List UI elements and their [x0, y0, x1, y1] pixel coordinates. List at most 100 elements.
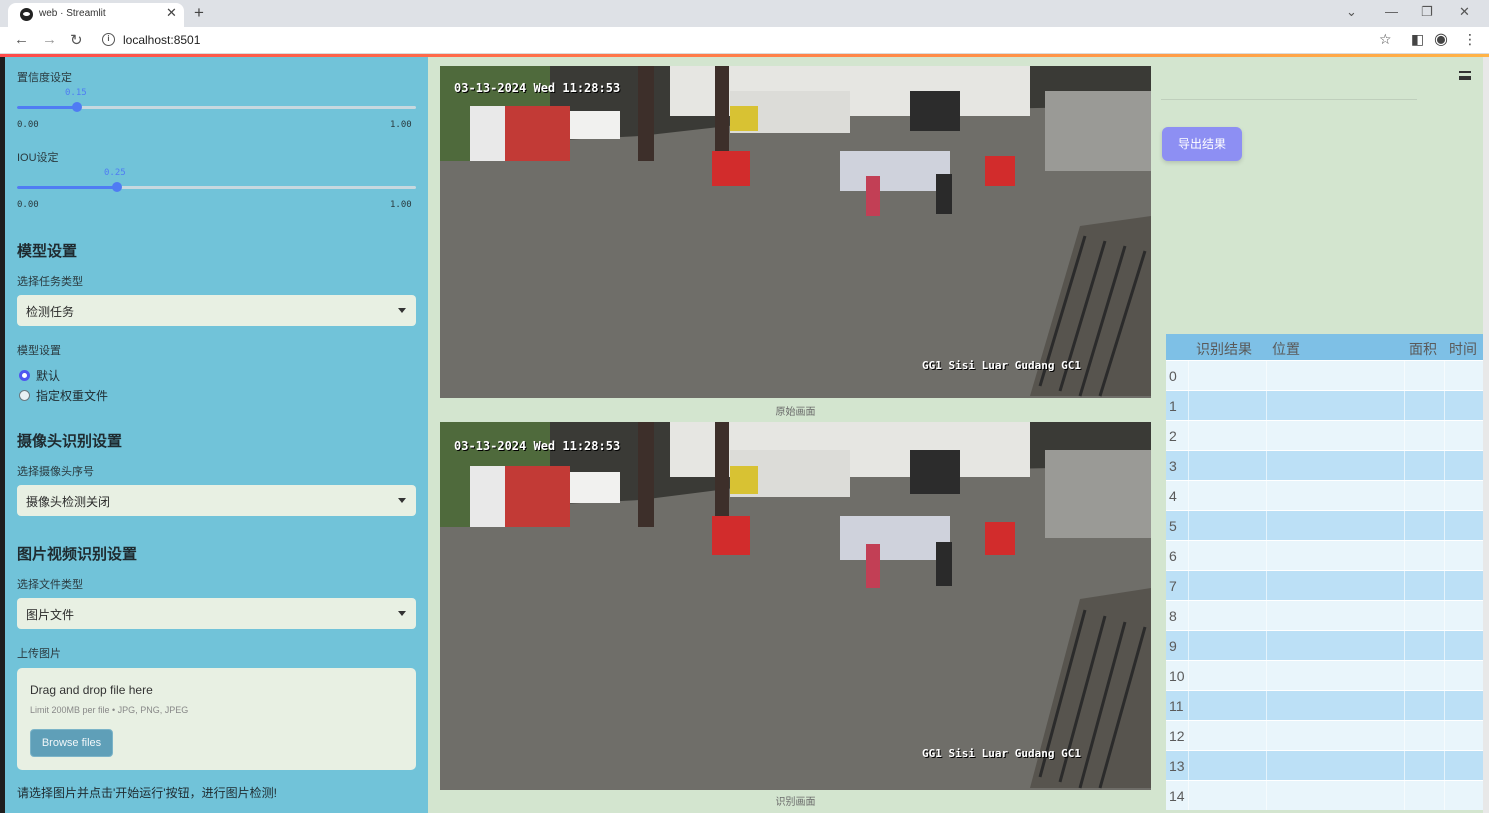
camera-name: GG1 Sisi Luar Gudang GC1: [922, 747, 1081, 760]
iou-slider-thumb[interactable]: [111, 182, 122, 192]
table-row[interactable]: 14: [1166, 780, 1483, 810]
radio-custom-weights-label: 指定权重文件: [36, 389, 109, 403]
row-index: 0: [1169, 368, 1177, 384]
profile-avatar-icon[interactable]: ◉: [1434, 29, 1448, 49]
column-divider: [1444, 571, 1445, 600]
browser-tab[interactable]: web · Streamlit ✕: [8, 3, 184, 27]
file-type-select[interactable]: 图片文件: [17, 598, 416, 629]
table-row[interactable]: 1: [1166, 390, 1483, 420]
dropzone-title: Drag and drop file here: [30, 683, 153, 697]
row-index: 13: [1169, 758, 1185, 774]
close-window-icon[interactable]: ✕: [1459, 4, 1470, 20]
column-divider: [1444, 451, 1445, 480]
task-type-select[interactable]: 检测任务: [17, 295, 416, 326]
column-header-result[interactable]: 识别结果: [1196, 339, 1252, 359]
export-results-button[interactable]: 导出结果: [1162, 127, 1242, 161]
confidence-slider[interactable]: [17, 102, 416, 112]
table-row[interactable]: 9: [1166, 630, 1483, 660]
row-index: 2: [1169, 428, 1177, 444]
sidebar: 置信度设定 0.15 0.00 1.00 IOU设定 0.25 0.00 1.0…: [5, 57, 428, 813]
column-divider: [1404, 541, 1405, 570]
column-divider: [1188, 721, 1189, 750]
radio-unselected-icon: [19, 390, 30, 401]
results-table[interactable]: 识别结果 位置 面积 时间 0 1 2 3 4 5 6 7 8 9 10 11 12 13 14: [1166, 334, 1483, 810]
column-divider: [1188, 451, 1189, 480]
browser-menu-icon[interactable]: ⋮: [1463, 31, 1477, 48]
column-divider: [1266, 361, 1267, 390]
chevron-down-icon: [398, 611, 406, 616]
column-divider: [1444, 691, 1445, 720]
column-divider: [1444, 361, 1445, 390]
row-index: 1: [1169, 398, 1177, 414]
table-row[interactable]: 8: [1166, 600, 1483, 630]
table-row[interactable]: 0: [1166, 360, 1483, 390]
camera-index-select[interactable]: 摄像头检测关闭: [17, 485, 416, 516]
new-tab-icon[interactable]: +: [194, 3, 204, 23]
chevron-down-icon: [398, 498, 406, 503]
column-divider: [1266, 751, 1267, 780]
confidence-slider-thumb[interactable]: [71, 102, 82, 112]
tab-search-chevron-icon[interactable]: ⌄: [1346, 4, 1357, 20]
table-row[interactable]: 6: [1166, 540, 1483, 570]
column-divider: [1266, 721, 1267, 750]
column-divider: [1188, 511, 1189, 540]
table-row[interactable]: 7: [1166, 570, 1483, 600]
minimize-icon[interactable]: —: [1385, 4, 1398, 19]
results-table-header: 识别结果 位置 面积 时间: [1166, 334, 1483, 360]
column-divider: [1404, 661, 1405, 690]
column-divider: [1404, 421, 1405, 450]
camera-timestamp: 03-13-2024 Wed 11:28:53: [454, 81, 621, 95]
table-row[interactable]: 13: [1166, 750, 1483, 780]
table-row[interactable]: 11: [1166, 690, 1483, 720]
row-index: 5: [1169, 518, 1177, 534]
table-row[interactable]: 10: [1166, 660, 1483, 690]
iou-max: 1.00: [390, 200, 412, 210]
table-row[interactable]: 2: [1166, 420, 1483, 450]
restore-icon[interactable]: ❐: [1421, 4, 1433, 20]
page-scrollbar[interactable]: [1483, 57, 1489, 813]
detected-frame-image: 03-13-2024 Wed 11:28:53 GG1 Sisi Luar Gu…: [440, 422, 1151, 790]
column-divider: [1188, 421, 1189, 450]
confidence-slider-fill: [17, 106, 77, 109]
forward-icon[interactable]: →: [42, 31, 57, 48]
radio-default[interactable]: 默认: [19, 367, 60, 384]
column-divider: [1444, 781, 1445, 810]
column-header-time[interactable]: 时间: [1449, 339, 1477, 359]
address-bar: ← → ↻ i localhost:8501 ☆ ◧ ◉ ⋮: [0, 27, 1489, 54]
column-divider: [1188, 391, 1189, 420]
radio-default-label: 默认: [36, 369, 61, 383]
column-divider: [1404, 451, 1405, 480]
tab-close-icon[interactable]: ✕: [166, 5, 177, 21]
main-content: 03-13-2024 Wed 11:28:53 GG1 Sisi Luar Gu…: [428, 57, 1483, 813]
back-icon[interactable]: ←: [14, 31, 29, 48]
radio-custom-weights[interactable]: 指定权重文件: [19, 387, 108, 404]
table-row[interactable]: 4: [1166, 480, 1483, 510]
column-divider: [1188, 601, 1189, 630]
url-field[interactable]: localhost:8501: [123, 33, 200, 47]
file-dropzone[interactable]: Drag and drop file here Limit 200MB per …: [17, 668, 416, 770]
browse-files-button[interactable]: Browse files: [30, 729, 113, 757]
column-divider: [1188, 751, 1189, 780]
table-row[interactable]: 5: [1166, 510, 1483, 540]
side-panel-icon[interactable]: ◧: [1411, 31, 1424, 48]
row-index: 3: [1169, 458, 1177, 474]
camera-timestamp: 03-13-2024 Wed 11:28:53: [454, 439, 621, 453]
column-header-position[interactable]: 位置: [1272, 339, 1300, 359]
row-index: 6: [1169, 548, 1177, 564]
hamburger-menu-icon[interactable]: [1459, 71, 1471, 80]
column-header-area[interactable]: 面积: [1409, 339, 1437, 359]
table-row[interactable]: 12: [1166, 720, 1483, 750]
column-divider: [1444, 481, 1445, 510]
table-row[interactable]: 3: [1166, 450, 1483, 480]
chevron-down-icon: [398, 308, 406, 313]
bookmark-star-icon[interactable]: ☆: [1379, 31, 1392, 48]
column-divider: [1404, 571, 1405, 600]
camera-name: GG1 Sisi Luar Gudang GC1: [922, 359, 1081, 372]
site-info-icon[interactable]: i: [102, 33, 115, 46]
column-divider: [1404, 511, 1405, 540]
camera-index-value: 摄像头检测关闭: [26, 495, 111, 509]
reload-icon[interactable]: ↻: [70, 31, 83, 49]
column-divider: [1444, 541, 1445, 570]
column-divider: [1404, 391, 1405, 420]
iou-slider[interactable]: [17, 182, 416, 192]
